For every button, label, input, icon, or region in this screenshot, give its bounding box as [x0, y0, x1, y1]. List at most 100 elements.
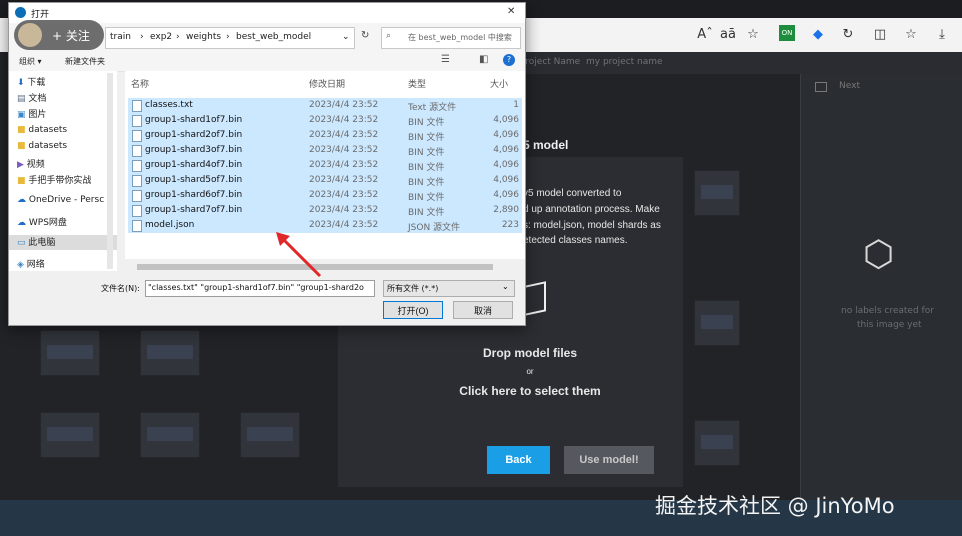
preview-pane-icon[interactable]: ◧: [479, 54, 488, 65]
nav-item-videos[interactable]: ▶ 视频: [17, 157, 45, 172]
image-thumbnail[interactable]: [694, 300, 740, 346]
cancel-button[interactable]: 取消: [453, 301, 513, 319]
filename-input[interactable]: "classes.txt" "group1-shard1of7.bin" "gr…: [145, 280, 375, 297]
file-name: group1-shard2of7.bin: [145, 130, 243, 140]
nav-item-label: 下载: [27, 78, 46, 88]
nav-item-label: 网络: [26, 260, 45, 270]
breadcrumb-item[interactable]: train: [110, 32, 131, 42]
nav-item-folder[interactable]: ■ 手把手带你实战: [17, 173, 91, 188]
nav-item-downloads[interactable]: ⬇ 下载: [17, 75, 45, 90]
nav-item-label: WPS网盘: [28, 218, 67, 228]
file-size: 2,890: [493, 205, 519, 215]
arrow-shaft: [278, 234, 322, 278]
refresh-icon[interactable]: ↻: [839, 27, 857, 42]
table-row[interactable]: group1-shard7of7.bin 2023/4/4 23:52 BIN 文件…: [128, 203, 522, 218]
column-header-type[interactable]: 类型: [408, 77, 426, 90]
file-name: group1-shard1of7.bin: [145, 115, 243, 125]
image-thumbnail[interactable]: [40, 330, 100, 376]
favorite-add-icon[interactable]: ☆: [744, 27, 762, 42]
use-model-button[interactable]: Use model!: [564, 446, 654, 474]
nav-item-network[interactable]: ◈ 网络: [17, 257, 45, 272]
split-screen-icon[interactable]: ◫: [871, 27, 889, 42]
image-thumbnail[interactable]: [140, 412, 200, 458]
file-icon: [132, 175, 142, 187]
file-icon: [132, 160, 142, 172]
file-name: group1-shard7of7.bin: [145, 205, 243, 215]
image-thumbnail[interactable]: [240, 412, 300, 458]
nav-item-label: 图片: [28, 110, 47, 120]
column-header-date[interactable]: 修改日期: [309, 77, 345, 90]
nav-item-this-pc[interactable]: ▭ 此电脑: [9, 235, 117, 250]
open-button[interactable]: 打开(O): [383, 301, 443, 319]
file-size: 4,096: [493, 190, 519, 200]
image-thumbnail[interactable]: [694, 170, 740, 216]
refresh-icon[interactable]: ↻: [361, 30, 369, 41]
image-thumbnail[interactable]: [40, 412, 100, 458]
annotation-arrow: [276, 232, 322, 278]
breadcrumb[interactable]: train › exp2 › weights › best_web_model …: [105, 27, 355, 49]
nav-item-label: 文档: [28, 94, 47, 104]
help-icon[interactable]: ?: [503, 54, 515, 66]
file-type: BIN 文件: [408, 133, 445, 143]
follow-overlay[interactable]: + 关注: [14, 20, 104, 50]
drop-click-text[interactable]: Click here to select them: [420, 384, 640, 398]
nav-item-documents[interactable]: ▤ 文档: [17, 91, 46, 106]
modal-description: v5 model converted to: [523, 188, 622, 199]
nav-item-wps[interactable]: ☁ WPS网盘: [17, 215, 67, 230]
file-type: Text 源文件: [408, 103, 457, 113]
column-header-name[interactable]: 名称: [131, 77, 149, 90]
image-thumbnail[interactable]: [694, 420, 740, 466]
file-type: BIN 文件: [408, 163, 445, 173]
close-icon[interactable]: ✕: [507, 6, 515, 17]
extension-icon[interactable]: ON: [779, 25, 795, 41]
nav-item-pictures[interactable]: ▣ 图片: [17, 107, 46, 122]
dropzone[interactable]: Drop model files or Click here to select…: [420, 330, 640, 410]
table-row[interactable]: group1-shard2of7.bin 2023/4/4 23:52 BIN 文件…: [128, 128, 522, 143]
translate-icon[interactable]: aā: [719, 27, 737, 42]
favorites-icon[interactable]: ☆: [902, 27, 920, 42]
column-header-size[interactable]: 大小: [490, 77, 508, 90]
table-row[interactable]: group1-shard4of7.bin 2023/4/4 23:52 BIN 文件…: [128, 158, 522, 173]
download-icon[interactable]: ⤓: [933, 27, 951, 42]
file-date: 2023/4/4 23:52: [309, 205, 379, 215]
nav-item-datasets[interactable]: ■ datasets: [17, 125, 67, 140]
file-name: group1-shard5of7.bin: [145, 175, 243, 185]
extension-icon[interactable]: ◆: [809, 27, 827, 42]
file-name: group1-shard3of7.bin: [145, 145, 243, 155]
read-aloud-icon[interactable]: Aˆ: [696, 27, 714, 42]
modal-description: s: model.json, model shards as: [523, 220, 661, 231]
nav-scrollbar[interactable]: [107, 73, 113, 269]
follow-label[interactable]: + 关注: [52, 27, 90, 44]
table-row[interactable]: group1-shard5of7.bin 2023/4/4 23:52 BIN 文件…: [128, 173, 522, 188]
panel-tab[interactable]: Next: [839, 81, 860, 91]
table-row[interactable]: group1-shard1of7.bin 2023/4/4 23:52 BIN 文件…: [128, 113, 522, 128]
breadcrumb-item[interactable]: weights: [186, 32, 221, 42]
file-name: model.json: [145, 220, 195, 230]
file-date: 2023/4/4 23:52: [309, 190, 379, 200]
search-input[interactable]: ⌕ 在 best_web_model 中搜索: [381, 27, 521, 49]
breadcrumb-item[interactable]: best_web_model: [236, 32, 311, 42]
nav-item-onedrive[interactable]: ☁ OneDrive - Persc: [17, 195, 104, 210]
breadcrumb-separator: ›: [140, 32, 144, 42]
file-size: 223: [501, 220, 519, 230]
file-size: 1: [513, 100, 519, 110]
image-thumbnail[interactable]: [140, 330, 200, 376]
chevron-down-icon: ⌄: [502, 282, 509, 291]
nav-item-datasets[interactable]: ■ datasets: [17, 141, 67, 156]
table-row[interactable]: group1-shard6of7.bin 2023/4/4 23:52 BIN 文件…: [128, 188, 522, 203]
drop-title: Drop model files: [482, 346, 577, 360]
new-folder-button[interactable]: 新建文件夹: [65, 56, 105, 67]
breadcrumb-item[interactable]: exp2: [150, 32, 172, 42]
nav-item-label: datasets: [28, 141, 68, 151]
chevron-down-icon[interactable]: ⌄: [342, 32, 350, 42]
file-date: 2023/4/4 23:52: [309, 115, 379, 125]
organize-button[interactable]: 组织 ▾: [19, 56, 42, 67]
back-button[interactable]: Back: [487, 446, 550, 474]
app-header: Project Name my project name: [520, 52, 962, 74]
table-row[interactable]: group1-shard3of7.bin 2023/4/4 23:52 BIN 文件…: [128, 143, 522, 158]
file-date: 2023/4/4 23:52: [309, 175, 379, 185]
edge-icon: [15, 7, 26, 18]
table-row[interactable]: classes.txt 2023/4/4 23:52 Text 源文件 1: [128, 98, 522, 113]
view-options-icon[interactable]: ☰: [441, 54, 450, 65]
filetype-select[interactable]: 所有文件 (*.*) ⌄: [383, 280, 515, 297]
